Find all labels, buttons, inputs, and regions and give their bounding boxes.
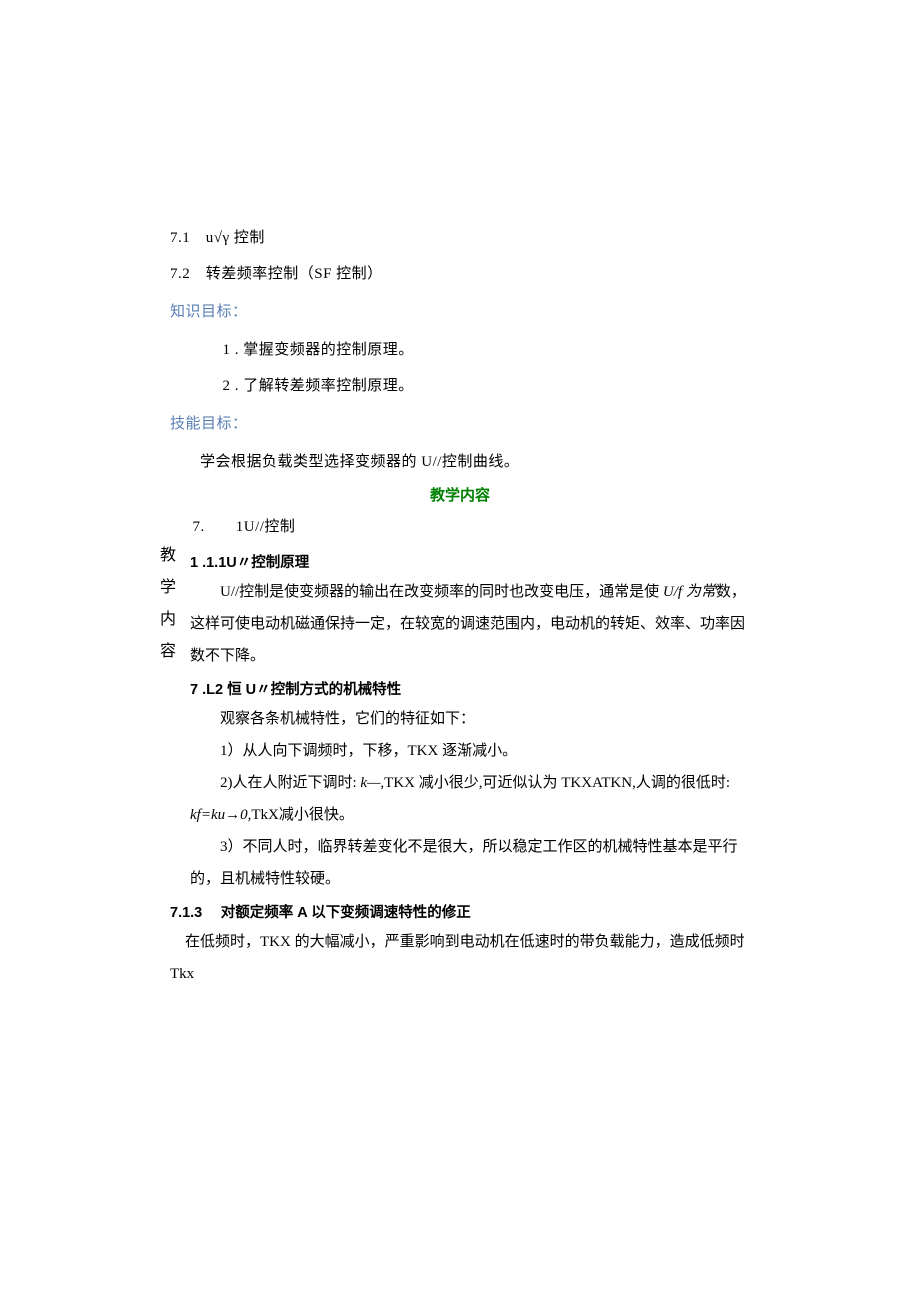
side-char: 学 bbox=[160, 572, 176, 604]
text: TkX减小很快。 bbox=[251, 807, 354, 823]
italic-text: k— bbox=[357, 775, 381, 791]
paragraph: 观察各条机械特性，它们的特征如下： bbox=[190, 703, 750, 735]
text: U//控制是使变频器的输出在改变频率的同时也改变电压，通常是使 bbox=[220, 584, 659, 600]
text: ,TKX 减小很少,可近似认为 TKXATKN,人调的很低时: bbox=[380, 775, 730, 791]
knowledge-label: 知识目标： bbox=[170, 294, 750, 330]
outline-item: 7.2 转差频率控制（SF 控制） bbox=[170, 256, 750, 292]
heading-712: 7 .L2 恒 U〃控制方式的机械特性 bbox=[170, 678, 750, 699]
knowledge-item: 2 . 了解转差频率控制原理。 bbox=[170, 368, 750, 404]
list-item: 2)人在人附近下调时: k—,TKX 减小很少,可近似认为 TKXATKN,人调… bbox=[190, 767, 750, 831]
list-item: 1）从人向下调频时，下移，TKX 逐渐减小。 bbox=[190, 735, 750, 767]
heading-713: 7.1.3 对额定频率 A 以下变频调速特性的修正 bbox=[170, 901, 750, 922]
knowledge-item: 1 . 掌握变频器的控制原理。 bbox=[170, 332, 750, 368]
text: 2)人在人附近下调时: bbox=[220, 775, 357, 791]
outline-item: 7. 1U//控制 bbox=[170, 509, 750, 545]
side-char: 内 bbox=[160, 604, 176, 636]
list-item: 3）不同人时，临界转差变化不是很大，所以稳定工作区的机械特性基本是平行的，且机械… bbox=[190, 831, 750, 895]
heading-711: 1 .1.1U〃控制原理 bbox=[170, 551, 750, 572]
outline-item: 7.1 u√γ 控制 bbox=[170, 220, 750, 256]
document-page: 教 学 内 容 7.1 u√γ 控制 7.2 转差频率控制（SF 控制） 知识目… bbox=[0, 0, 920, 1301]
skill-item: 学会根据负载类型选择变频器的 U//控制曲线。 bbox=[170, 444, 750, 480]
side-char: 教 bbox=[160, 540, 176, 572]
italic-text: kf=ku→0, bbox=[190, 807, 251, 823]
section-title-green: 教学内容 bbox=[170, 484, 750, 505]
side-char: 容 bbox=[160, 636, 176, 668]
paragraph: 在低频时，TKX 的大幅减小，严重影响到电动机在低速时的带负载能力，造成低频时 … bbox=[170, 926, 750, 990]
side-label: 教 学 内 容 bbox=[160, 540, 176, 668]
skill-label: 技能目标： bbox=[170, 406, 750, 442]
paragraph: U//控制是使变频器的输出在改变频率的同时也改变电压，通常是使 U/f 为常数，… bbox=[190, 576, 750, 672]
italic-text: U/f 为常 bbox=[659, 584, 716, 600]
